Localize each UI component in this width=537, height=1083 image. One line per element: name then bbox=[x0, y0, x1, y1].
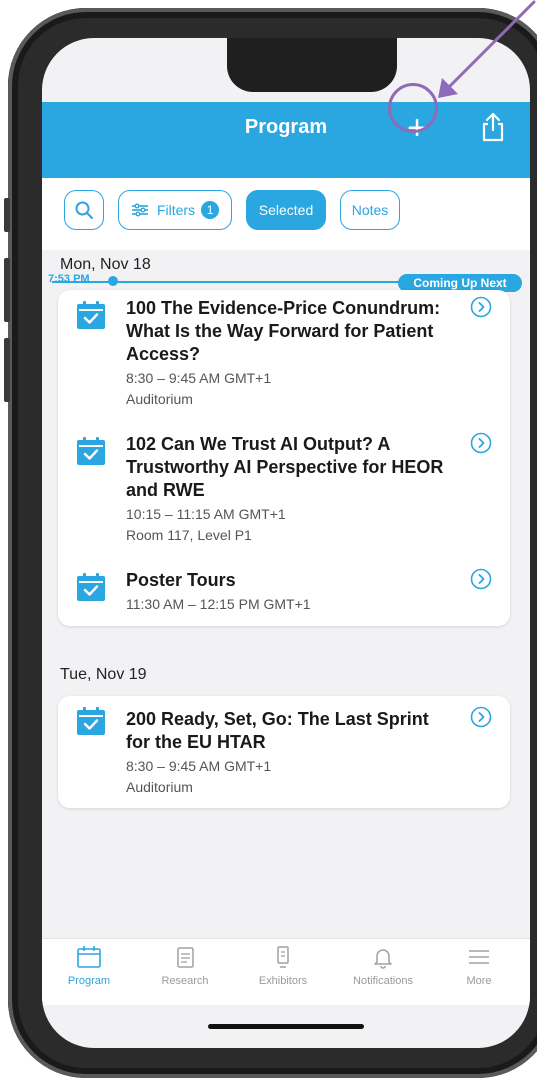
session-time: 10:15 – 11:15 AM GMT+1 bbox=[126, 506, 286, 522]
current-time: 7:53 PM bbox=[48, 273, 90, 285]
filters-label: Filters bbox=[156, 202, 196, 218]
app-header: Program + bbox=[42, 102, 530, 178]
session-title: Poster Tours bbox=[126, 570, 236, 590]
chevron-right-icon[interactable] bbox=[470, 706, 492, 728]
search-icon bbox=[75, 201, 93, 219]
session-location: Auditorium bbox=[126, 391, 193, 407]
filters-button[interactable]: Filters 1 bbox=[118, 190, 232, 230]
current-time-dot bbox=[108, 276, 118, 286]
tab-bar: Program Research Exhibitors Notification… bbox=[42, 938, 530, 1005]
search-button[interactable] bbox=[64, 190, 104, 230]
tab-program[interactable]: Program bbox=[44, 945, 134, 987]
exhibitors-icon bbox=[277, 946, 289, 968]
notes-label: Notes bbox=[351, 202, 389, 218]
home-indicator bbox=[208, 1024, 364, 1029]
session-item[interactable]: 102 Can We Trust AI Output? A Trustworth… bbox=[58, 426, 510, 544]
bell-icon bbox=[374, 949, 392, 969]
calendar-check-icon bbox=[77, 301, 105, 329]
page-title: Program bbox=[244, 116, 328, 138]
day-header: Tue, Nov 19 bbox=[60, 666, 147, 683]
tab-notifications[interactable]: Notifications bbox=[338, 945, 428, 987]
annotation-arrow bbox=[438, 0, 536, 98]
filter-bar: Filters 1 Selected Notes bbox=[42, 178, 530, 250]
tab-label: Exhibitors bbox=[258, 975, 308, 987]
chevron-right-icon[interactable] bbox=[470, 432, 492, 454]
research-icon bbox=[177, 947, 194, 968]
filter-icon bbox=[131, 203, 148, 217]
session-item[interactable]: 200 Ready, Set, Go: The Last Sprint for … bbox=[58, 696, 510, 808]
tab-more[interactable]: More bbox=[434, 945, 524, 987]
volume-up-button bbox=[4, 258, 10, 322]
selected-button[interactable]: Selected bbox=[246, 190, 326, 230]
volume-down-button bbox=[4, 338, 10, 402]
chevron-right-icon[interactable] bbox=[470, 296, 492, 318]
mute-switch bbox=[4, 198, 10, 232]
session-time: 8:30 – 9:45 AM GMT+1 bbox=[126, 370, 272, 386]
session-title: 102 Can We Trust AI Output? A Trustworth… bbox=[126, 434, 444, 500]
calendar-check-icon bbox=[77, 437, 105, 465]
selected-label: Selected bbox=[258, 202, 314, 218]
share-button[interactable] bbox=[478, 110, 508, 144]
session-title: 200 Ready, Set, Go: The Last Sprint for … bbox=[126, 709, 429, 752]
session-title: 100 The Evidence-Price Conundrum: What I… bbox=[126, 298, 441, 364]
screen: Program + Filters 1 Selected Notes Mon, … bbox=[42, 38, 530, 1048]
session-location: Auditorium bbox=[126, 779, 193, 795]
tab-label: Research bbox=[161, 975, 209, 987]
program-icon bbox=[77, 946, 101, 968]
share-icon bbox=[482, 112, 504, 142]
tab-label: Program bbox=[67, 975, 111, 987]
tab-exhibitors[interactable]: Exhibitors bbox=[238, 945, 328, 987]
menu-icon bbox=[469, 950, 489, 964]
tab-label: Notifications bbox=[353, 975, 413, 987]
tab-label: More bbox=[466, 975, 492, 987]
session-item[interactable]: 100 The Evidence-Price Conundrum: What I… bbox=[58, 290, 510, 408]
filters-count-badge: 1 bbox=[201, 201, 220, 219]
session-time: 11:30 AM – 12:15 PM GMT+1 bbox=[126, 596, 311, 612]
calendar-check-icon bbox=[77, 573, 105, 601]
session-item[interactable]: Poster Tours 11:30 AM – 12:15 PM GMT+1 bbox=[58, 562, 510, 622]
notch bbox=[227, 38, 397, 92]
day-card: 100 The Evidence-Price Conundrum: What I… bbox=[58, 290, 510, 626]
day-card: 200 Ready, Set, Go: The Last Sprint for … bbox=[58, 696, 510, 808]
phone-frame: Program + Filters 1 Selected Notes Mon, … bbox=[4, 8, 537, 1078]
day-header: Mon, Nov 18 bbox=[60, 256, 151, 273]
notes-button[interactable]: Notes bbox=[340, 190, 400, 230]
tab-research[interactable]: Research bbox=[140, 945, 230, 987]
chevron-right-icon[interactable] bbox=[470, 568, 492, 590]
session-time: 8:30 – 9:45 AM GMT+1 bbox=[126, 758, 272, 774]
calendar-check-icon bbox=[77, 707, 105, 735]
session-location: Room 117, Level P1 bbox=[126, 527, 252, 543]
